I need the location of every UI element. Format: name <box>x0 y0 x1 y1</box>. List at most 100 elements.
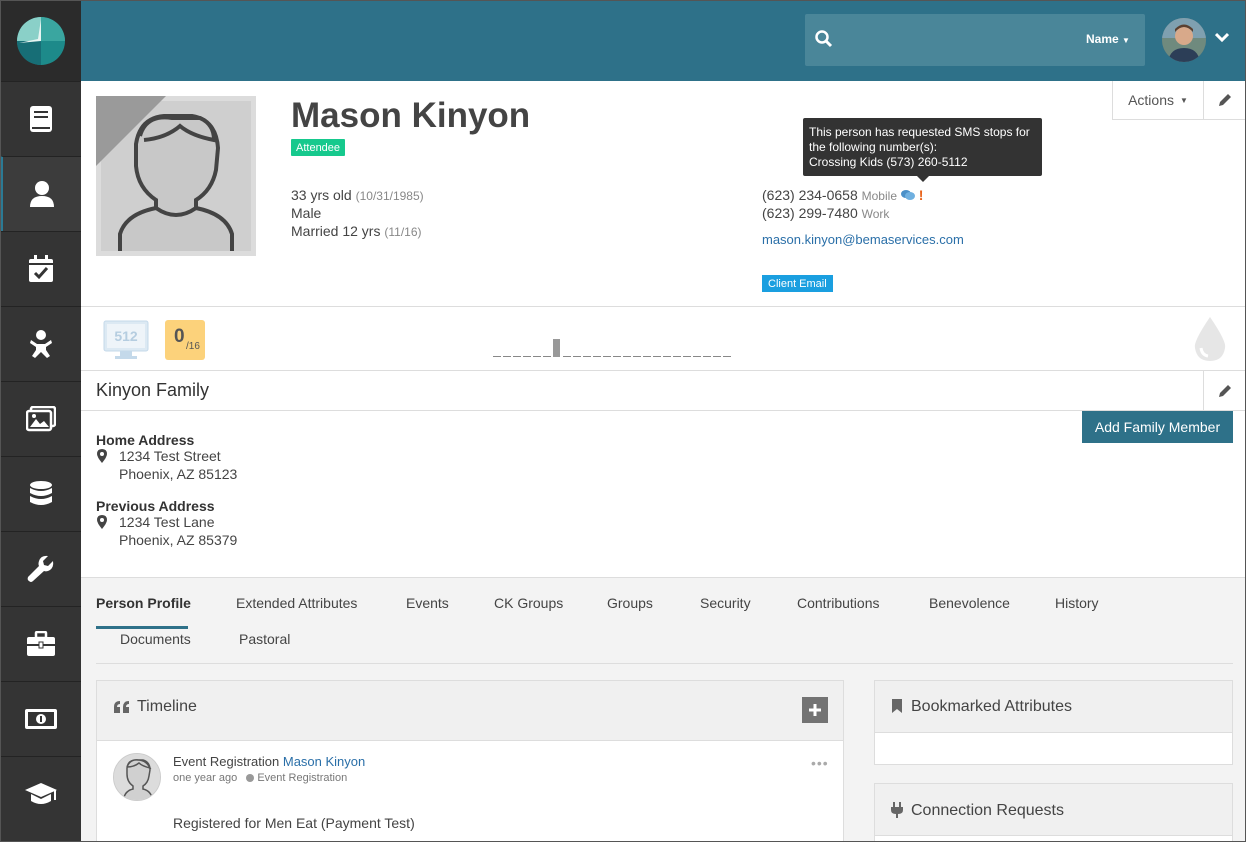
sidebar-item-learning[interactable] <box>0 756 81 831</box>
money-icon <box>24 709 57 729</box>
actions-label: Actions <box>1128 92 1174 108</box>
chevron-down-icon[interactable] <box>1215 32 1229 42</box>
briefcase-icon <box>26 631 55 656</box>
sparkline-bar <box>523 356 531 357</box>
sms-warning-icon[interactable]: ! <box>919 187 924 203</box>
bookmarked-header: Bookmarked Attributes <box>875 681 1232 733</box>
timeline-entry: Event Registration Mason Kinyon one year… <box>97 741 843 842</box>
tooltip-line: This person has requested SMS stops for <box>809 125 1030 139</box>
bookmarked-title: Bookmarked Attributes <box>911 698 1072 715</box>
sidebar-item-jobs[interactable] <box>0 606 81 681</box>
person-marital: Married 12 yrs (11/16) <box>291 223 422 239</box>
more-options-icon[interactable]: ••• <box>811 755 829 771</box>
tab-benevolence[interactable]: Benevolence <box>929 595 1010 611</box>
search-type-label: Name <box>1086 32 1119 46</box>
divider <box>81 410 1246 411</box>
sidebar-item-media[interactable] <box>0 381 81 456</box>
active-tab-indicator <box>96 626 188 629</box>
phone-work: (623) 299-7480 Work <box>762 205 889 221</box>
sparkline-bar <box>723 356 731 357</box>
sparkline-bar <box>543 356 551 357</box>
tab-ck-groups[interactable]: CK Groups <box>494 595 563 611</box>
sidebar-item-children[interactable] <box>0 306 81 381</box>
connection-requests-panel: Connection Requests <box>874 783 1233 842</box>
edit-family-button[interactable] <box>1203 371 1246 411</box>
attendance-sparkline <box>493 339 731 357</box>
timeline-title: Timeline <box>137 698 197 715</box>
email-link[interactable]: mason.kinyon@bemaservices.com <box>762 232 964 247</box>
timeline-category: Event Registration <box>257 772 348 784</box>
phone-type: Mobile <box>861 189 897 203</box>
add-timeline-button[interactable] <box>802 697 828 723</box>
app-logo[interactable] <box>0 0 81 81</box>
attendance-count: 0 <box>174 326 185 347</box>
search-icon <box>815 30 833 48</box>
address-label-text: Home Address <box>96 432 195 448</box>
person-name: Mason Kinyon <box>291 96 531 135</box>
timeline-entry-type: Event Registration <box>173 754 280 769</box>
timeline-panel: Timeline Event Registration Mason Kinyon… <box>96 680 844 842</box>
dot-icon <box>246 774 255 782</box>
sidebar-item-people[interactable] <box>0 156 81 231</box>
sidebar-item-calendar[interactable] <box>0 231 81 306</box>
book-icon <box>29 106 52 132</box>
person-photo[interactable] <box>96 96 256 256</box>
timeline-avatar <box>113 753 161 801</box>
connection-header: Connection Requests <box>875 784 1232 836</box>
divider <box>81 306 1246 307</box>
sparkline-bar <box>653 356 661 357</box>
sparkline-bar <box>673 356 681 357</box>
map-marker-icon[interactable] <box>97 449 107 463</box>
sparkline-bar <box>683 356 691 357</box>
sparkline-bar <box>663 356 671 357</box>
map-marker-icon[interactable] <box>97 515 107 529</box>
phone-number[interactable]: (623) 299-7480 <box>762 205 858 221</box>
calendar-check-icon <box>28 255 53 282</box>
timeline-entry-meta: one year ago Event Registration <box>173 772 347 784</box>
timeline-person-link[interactable]: Mason Kinyon <box>283 754 365 769</box>
sidebar-item-book[interactable] <box>0 81 81 156</box>
tab-history[interactable]: History <box>1055 595 1099 611</box>
email-badge: Client Email <box>762 275 833 292</box>
address-label-text: Previous Address <box>96 498 215 514</box>
giving-drop-icon <box>1194 317 1226 361</box>
phone-type: Work <box>861 207 890 221</box>
tab-groups[interactable]: Groups <box>607 595 653 611</box>
database-icon <box>29 481 52 505</box>
tab-events[interactable]: Events <box>406 595 449 611</box>
marital-text: Married 12 yrs <box>291 223 381 239</box>
bookmarked-attributes-panel: Bookmarked Attributes <box>874 680 1233 765</box>
search-type-dropdown[interactable]: Name ▼ <box>1086 32 1130 46</box>
sidebar-item-data[interactable] <box>0 456 81 531</box>
search-input[interactable] <box>839 24 1079 56</box>
sparkline-bar <box>623 356 631 357</box>
tab-documents[interactable]: Documents <box>120 631 191 647</box>
quote-left-icon <box>114 701 129 713</box>
caret-down-icon: ▼ <box>1180 95 1188 105</box>
add-family-member-button[interactable]: Add Family Member <box>1082 411 1233 443</box>
tab-extended-attributes[interactable]: Extended Attributes <box>236 595 357 611</box>
address-label: Home Address <box>96 432 194 448</box>
plug-icon <box>891 802 903 818</box>
wrench-icon <box>27 555 53 582</box>
actions-dropdown-button[interactable]: Actions ▼ <box>1112 81 1204 120</box>
timeline-entry-title: Event Registration Mason Kinyon <box>173 754 365 769</box>
edit-person-button[interactable] <box>1203 81 1246 120</box>
sparkline-bar <box>563 356 571 357</box>
phone-number[interactable]: (623) 234-0658 <box>762 187 858 203</box>
current-user-avatar[interactable] <box>1162 18 1206 62</box>
phone-mobile: (623) 234-0658 Mobile ! <box>762 187 923 203</box>
sms-comments-icon[interactable] <box>900 189 915 201</box>
address-line: Phoenix, AZ 85123 <box>119 466 238 482</box>
sidebar-item-finance[interactable] <box>0 681 81 756</box>
images-icon <box>25 406 56 432</box>
tab-pastoral[interactable]: Pastoral <box>239 631 290 647</box>
tab-person-profile[interactable]: Person Profile <box>96 595 191 611</box>
tab-security[interactable]: Security <box>700 595 751 611</box>
tooltip-line: the following number(s): <box>809 140 938 154</box>
tab-contributions[interactable]: Contributions <box>797 595 880 611</box>
sidebar-item-tools[interactable] <box>0 531 81 606</box>
pencil-icon <box>1219 385 1231 397</box>
sparkline-bar <box>593 356 601 357</box>
search-bar: Name ▼ <box>805 14 1145 66</box>
